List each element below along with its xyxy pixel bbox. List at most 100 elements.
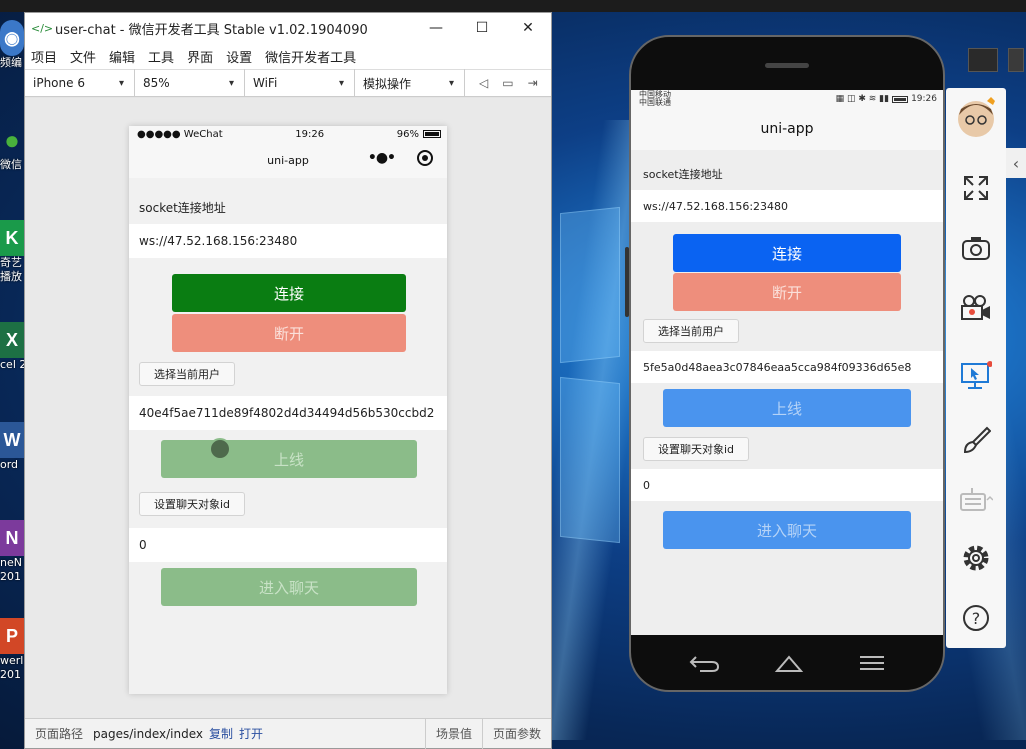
copy-link[interactable]: 复制 <box>209 725 233 742</box>
detach-window-icon[interactable]: ▭ <box>502 76 513 90</box>
screen-cast-icon[interactable] <box>946 356 1006 396</box>
menu-item-project[interactable]: 项目 <box>31 47 57 66</box>
select-user-button[interactable]: 选择当前用户 <box>139 362 235 386</box>
close-target-icon[interactable] <box>417 150 433 166</box>
emulator-side-toolbar: ? <box>946 88 1006 648</box>
fullscreen-icon[interactable] <box>946 168 1006 208</box>
desktop-icon-onenote[interactable]: N neN 201 <box>0 520 24 584</box>
android-status-bar: 中国移动 中国联通 ▦ ◫ ✱ ≋ ▮▮ 19:26 <box>631 90 943 108</box>
iqiyi-icon: K <box>0 220 24 256</box>
battery-icon <box>892 95 909 103</box>
menu-icon[interactable] <box>858 653 886 673</box>
enter-chat-button[interactable]: 进入聊天 <box>663 511 911 549</box>
menu-item-view[interactable]: 界面 <box>187 47 213 66</box>
menu-item-edit[interactable]: 编辑 <box>109 47 135 66</box>
desktop-icon-powerpoint[interactable]: P werl 201 <box>0 618 24 682</box>
network-select[interactable]: WiFi ▾ <box>245 69 355 97</box>
top-taskbar-strip <box>0 0 1026 12</box>
online-button[interactable]: 上线 <box>161 438 417 478</box>
desktop-icons: ◉ 频编 ● 微信 K 奇艺 播放 X cel 2 W ord N neN 20… <box>0 12 24 749</box>
operation-select[interactable]: 模拟操作 ▾ <box>355 69 465 97</box>
close-button[interactable]: ✕ <box>505 13 551 43</box>
mouse-cursor-indicator <box>209 438 231 460</box>
screenshot-camera-icon[interactable] <box>946 228 1006 268</box>
user-id-field[interactable]: 40e4f5ae711de89f4802d4d34494d56b530ccbd2 <box>129 396 447 430</box>
menu-item-devtools[interactable]: 微信开发者工具 <box>265 47 356 66</box>
sim-capsule: •●• <box>368 150 433 166</box>
minimize-button[interactable]: — <box>413 13 459 43</box>
sim-carrier: ●●●●● WeChat <box>137 128 223 140</box>
zoom-select[interactable]: 85% ▾ <box>135 69 245 97</box>
scene-value-button[interactable]: 场景值 <box>424 718 482 749</box>
dock-icon[interactable]: ⇥ <box>528 76 538 90</box>
chat-target-input[interactable]: 0 <box>631 469 943 501</box>
menu-item-tools[interactable]: 工具 <box>148 47 174 66</box>
disconnect-button[interactable]: 断开 <box>172 314 406 352</box>
enter-chat-button[interactable]: 进入聊天 <box>161 568 417 606</box>
home-icon[interactable] <box>774 653 804 673</box>
set-chat-target-button[interactable]: 设置聊天对象id <box>139 492 245 516</box>
socket-url-input[interactable]: ws://47.52.168.156:23480 <box>129 224 447 258</box>
disconnect-button[interactable]: 断开 <box>673 273 901 311</box>
sound-icon[interactable]: ◁ <box>479 76 488 90</box>
sim-battery-text: 96% <box>396 128 419 140</box>
socket-label: socket连接地址 <box>139 200 226 215</box>
device-select[interactable]: iPhone 6 ▾ <box>25 69 135 97</box>
simulator-canvas: ●●●●● WeChat 19:26 96% uni-app •●• socke… <box>25 98 551 718</box>
sim-nav-bar: uni-app •●• <box>129 142 447 178</box>
windows-logo-pane <box>560 376 620 544</box>
desktop-right-icons <box>964 40 1026 80</box>
more-dots-icon[interactable]: •●• <box>368 150 396 166</box>
page-params-button[interactable]: 页面参数 <box>481 718 551 749</box>
maximize-button[interactable]: ☐ <box>459 13 505 43</box>
chevron-down-icon: ▾ <box>228 77 234 89</box>
avatar[interactable] <box>946 97 1006 138</box>
connect-button[interactable]: 连接 <box>172 274 406 312</box>
desktop-icon-word[interactable]: W ord <box>0 422 24 472</box>
menu-item-file[interactable]: 文件 <box>70 47 96 66</box>
open-link[interactable]: 打开 <box>239 725 263 742</box>
desktop-icon-wechat[interactable]: ● 微信 <box>0 122 24 172</box>
back-icon[interactable] <box>688 653 720 673</box>
app-icon[interactable] <box>1008 48 1024 72</box>
user-id-field[interactable]: 5fe5a0d48aea3c07846eaa5cca984f09336d65e8 <box>631 351 943 383</box>
sim-nav-title: uni-app <box>267 153 309 167</box>
desktop-icon-iqiyi[interactable]: K 奇艺 播放 <box>0 220 24 284</box>
socket-url-input[interactable]: ws://47.52.168.156:23480 <box>631 190 943 222</box>
help-icon[interactable]: ? <box>946 598 1006 638</box>
devtools-title-bar[interactable]: </> user-chat - 微信开发者工具 Stable v1.02.190… <box>25 13 551 43</box>
chat-target-input[interactable]: 0 <box>129 528 447 562</box>
word-icon: W <box>0 422 24 458</box>
android-emulator: 中国移动 中国联通 ▦ ◫ ✱ ≋ ▮▮ 19:26 uni-app socke… <box>625 35 945 692</box>
android-nav-title: uni-app <box>631 108 943 150</box>
video-editor-icon: ◉ <box>0 20 24 56</box>
devtools-window: </> user-chat - 微信开发者工具 Stable v1.02.190… <box>24 12 552 749</box>
video-record-icon[interactable] <box>946 288 1006 328</box>
status-icons: ▦ ◫ ✱ ≋ ▮▮ <box>835 94 890 104</box>
connect-button[interactable]: 连接 <box>673 234 901 272</box>
page-path: pages/index/index <box>93 726 203 741</box>
sim-time: 19:26 <box>295 128 325 140</box>
battery-icon <box>422 130 441 138</box>
brush-icon[interactable] <box>946 420 1006 460</box>
svg-text:?: ? <box>972 609 981 628</box>
select-user-button[interactable]: 选择当前用户 <box>643 319 739 343</box>
chevron-left-icon: ‹ <box>1012 153 1020 173</box>
menu-item-settings[interactable]: 设置 <box>226 47 252 66</box>
collapse-toolbar-button[interactable]: ‹ <box>1006 148 1026 178</box>
chevron-down-icon: ▾ <box>118 77 124 89</box>
desktop-icon-video-editor[interactable]: ◉ 频编 <box>0 20 24 70</box>
android-screen: 中国移动 中国联通 ▦ ◫ ✱ ≋ ▮▮ 19:26 uni-app socke… <box>631 90 943 635</box>
monitor-icon[interactable] <box>968 48 998 72</box>
settings-gear-icon[interactable] <box>946 538 1006 578</box>
keyboard-icon[interactable] <box>946 480 1006 520</box>
online-button[interactable]: 上线 <box>663 389 911 427</box>
excel-icon: X <box>0 322 24 358</box>
sim-status-bar: ●●●●● WeChat 19:26 96% <box>129 126 447 142</box>
chevron-down-icon: ▾ <box>338 77 344 89</box>
desktop-icon-excel[interactable]: X cel 2 <box>0 322 24 372</box>
window-title: user-chat - 微信开发者工具 Stable v1.02.1904090 <box>55 22 368 38</box>
toolbar-icons: ◁ ▭ ⇥ <box>465 76 538 90</box>
carrier-text: 中国移动 中国联通 <box>639 90 671 107</box>
set-chat-target-button[interactable]: 设置聊天对象id <box>643 437 749 461</box>
